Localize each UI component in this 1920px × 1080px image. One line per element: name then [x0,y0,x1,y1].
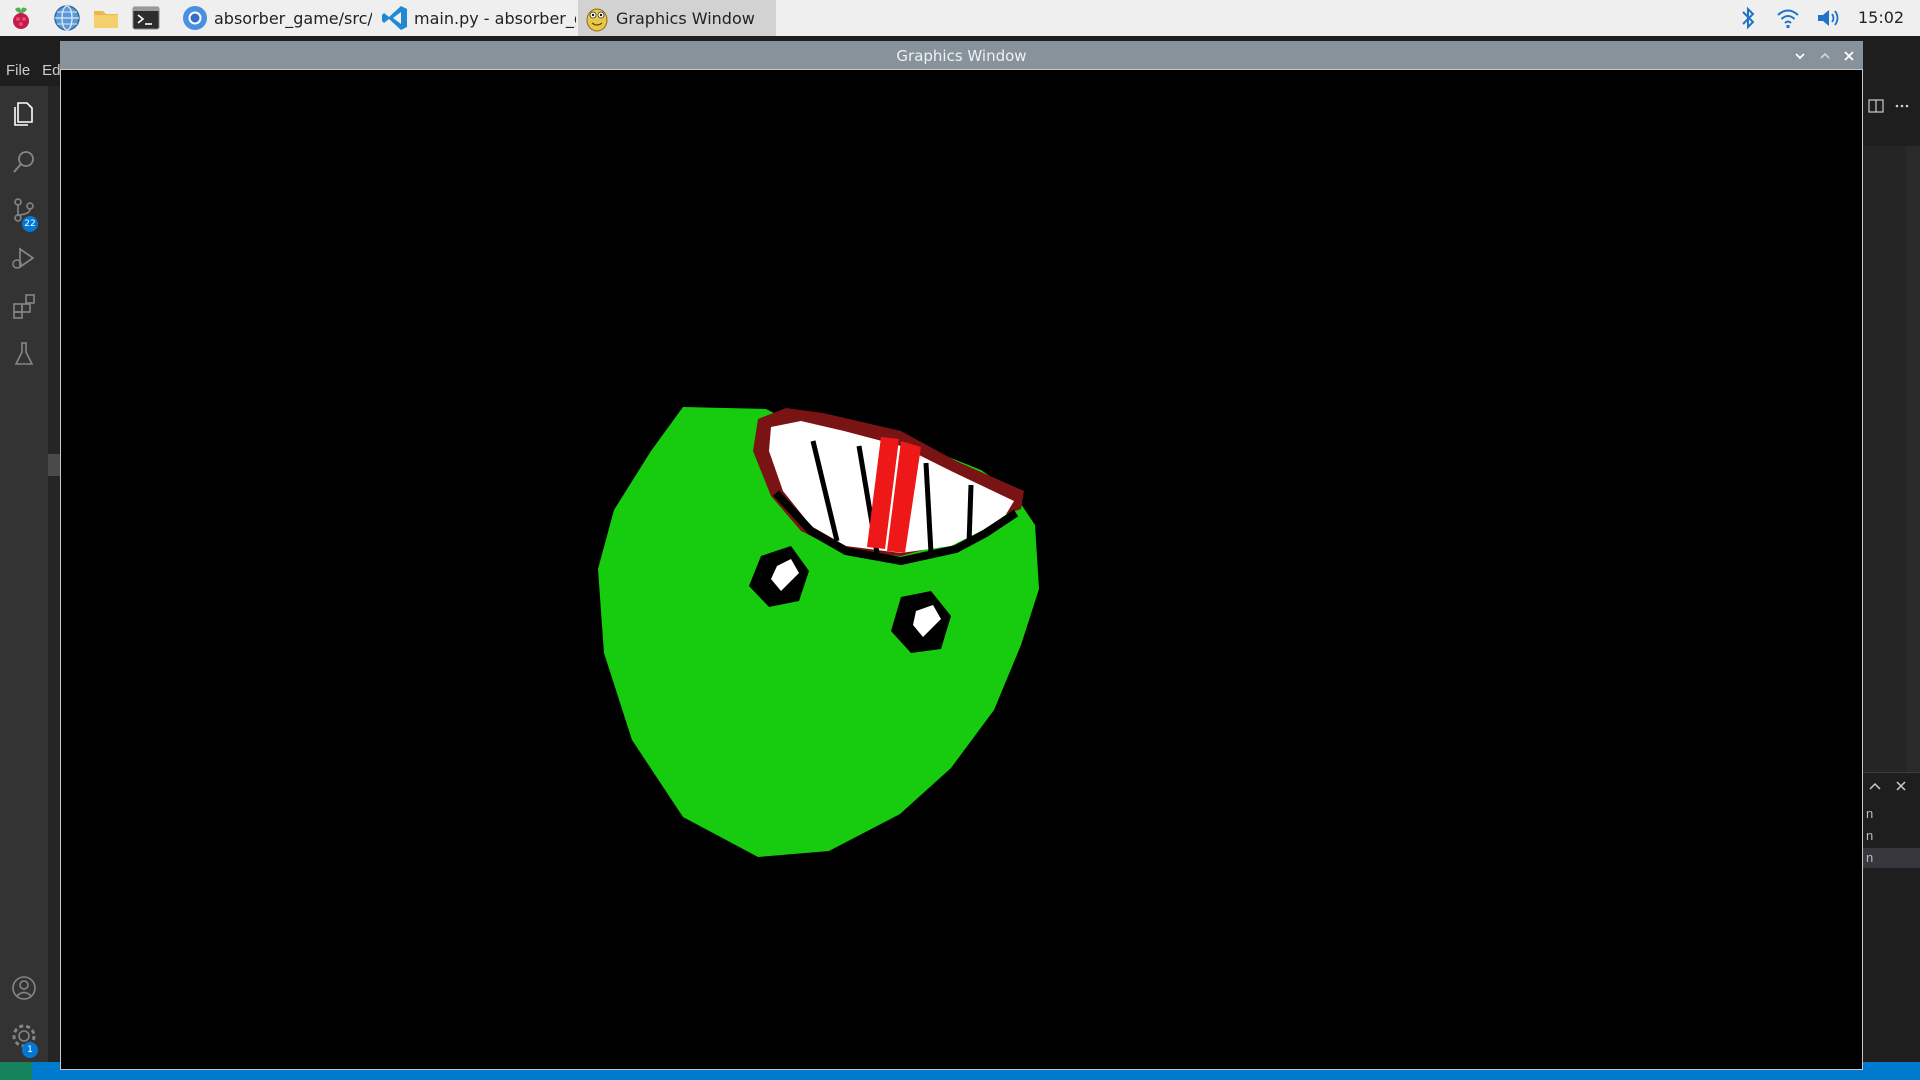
terminal-icon[interactable] [131,3,161,33]
search-icon[interactable] [8,146,40,178]
panel-line: n [1866,806,1874,821]
sidebar-edge [48,86,60,1062]
taskbar-item-graphics-window[interactable]: Graphics Window [578,0,776,36]
close-icon[interactable] [1841,48,1857,64]
minimap[interactable] [1862,146,1912,806]
settings-badge: 1 [22,1042,38,1058]
taskbar-item-label: absorber_game/src/... [214,8,372,28]
explorer-icon[interactable] [8,98,40,130]
game-canvas[interactable] [60,69,1863,1070]
vscode-icon [382,6,407,30]
menu-edit[interactable]: Ed [42,62,60,79]
activity-bar: 22 1 [0,86,48,1062]
chromium-icon [183,6,207,30]
taskbar-item-vscode[interactable]: main.py - absorber_g... [376,0,576,36]
close-panel-icon[interactable] [1894,779,1908,793]
source-control-badge: 22 [22,216,38,232]
volume-icon[interactable] [1814,4,1842,32]
chevron-up-icon[interactable] [1868,779,1882,793]
wifi-icon[interactable] [1774,4,1802,32]
accounts-icon[interactable] [8,972,40,1004]
slime-sprite [584,398,1051,868]
system-taskbar: absorber_game/src/... main.py - absorber… [0,0,1920,37]
file-manager-icon[interactable] [91,3,121,33]
extensions-icon[interactable] [8,290,40,322]
menu-bar: File Ed [0,62,67,84]
window-title: Graphics Window [896,47,1027,65]
taskbar-item-chromium[interactable]: absorber_game/src/... [176,0,372,36]
bluetooth-icon[interactable] [1734,4,1762,32]
remote-indicator-button[interactable] [0,1062,32,1080]
more-actions-icon[interactable] [1894,98,1910,114]
menu-file[interactable]: File [6,62,30,79]
testing-flask-icon[interactable] [8,338,40,370]
raspberry-menu-icon[interactable] [6,3,36,33]
pygame-snake-icon [586,8,608,32]
maximize-chevron-icon[interactable] [1817,48,1833,64]
split-editor-icon[interactable] [1868,98,1884,114]
editor-scrollbar[interactable] [1906,146,1920,806]
panel-line: n [1866,828,1874,843]
taskbar-item-label: Graphics Window [616,8,755,28]
window-titlebar[interactable]: Graphics Window [60,41,1863,69]
sidebar-scrollbar[interactable] [48,454,60,476]
panel-line: n [1866,850,1874,865]
minimize-chevron-icon[interactable] [1792,48,1808,64]
run-debug-icon[interactable] [8,242,40,274]
web-browser-icon[interactable] [52,3,82,33]
taskbar-item-label: main.py - absorber_g... [414,8,576,28]
graphics-window: Graphics Window [60,41,1863,1072]
clock[interactable]: 15:02 [1858,0,1904,36]
